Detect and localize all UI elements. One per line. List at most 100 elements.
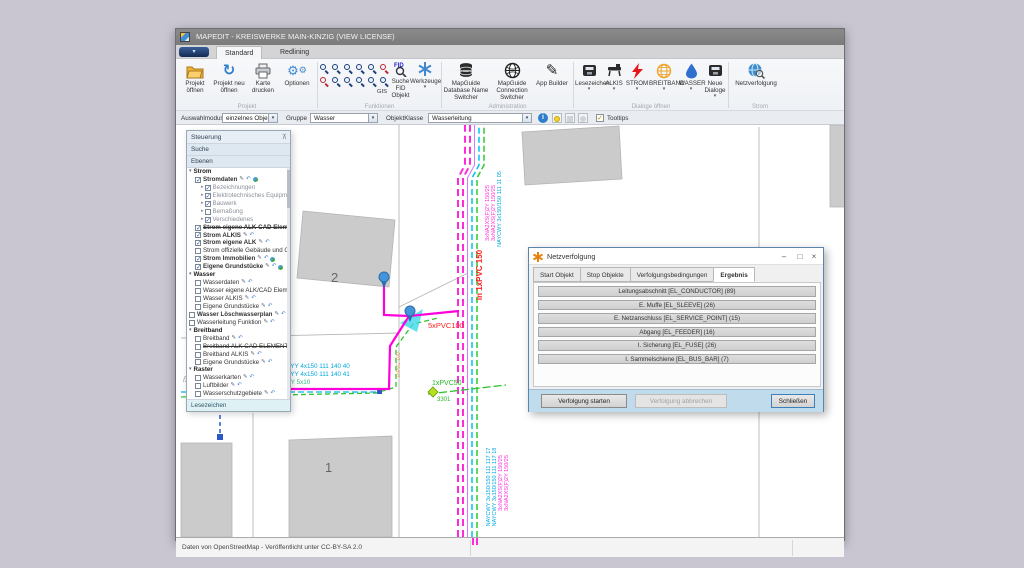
mapguide-connection-button[interactable]: MapGuide Connection Switcher: [489, 61, 535, 101]
layer-item[interactable]: ✓Strom Immobilien✎↶: [187, 255, 290, 263]
layer-checkbox[interactable]: [195, 359, 201, 365]
pencil-icon[interactable]: ✎: [245, 295, 250, 303]
layer-item[interactable]: Wasserdaten✎↶: [187, 279, 290, 287]
tab-verfolgungsbedingungen[interactable]: Verfolgungsbedingungen: [630, 267, 714, 282]
undo-icon[interactable]: ↶: [268, 303, 273, 311]
tree-scrollbar-thumb[interactable]: [287, 170, 290, 208]
layer-checkbox[interactable]: ✓: [205, 217, 211, 223]
lightbulb-icon[interactable]: [552, 113, 562, 123]
undo-icon[interactable]: ↶: [250, 374, 255, 382]
projekt-neu-oeffnen-button[interactable]: ↻ Projekt neu öffnen: [212, 61, 246, 94]
zoom-tool-icon[interactable]: [356, 77, 365, 86]
undo-icon[interactable]: ↶: [272, 263, 277, 271]
strom-button[interactable]: STROM ▾: [625, 61, 649, 91]
layer-checkbox[interactable]: ✓: [205, 201, 211, 207]
child-arrow-icon[interactable]: ▸: [201, 216, 204, 224]
layer-item[interactable]: ✓Stromdaten✎↶: [187, 176, 290, 184]
pin-icon[interactable]: ⊼: [282, 131, 287, 144]
pencil-icon[interactable]: ✎: [239, 176, 244, 184]
pencil-icon[interactable]: ✎: [257, 255, 262, 263]
pencil-icon[interactable]: ✎: [263, 319, 268, 327]
pencil-icon[interactable]: ✎: [230, 382, 235, 390]
undo-icon[interactable]: ↶: [281, 311, 286, 319]
globe-icon[interactable]: [270, 257, 275, 262]
undo-icon[interactable]: ↶: [248, 279, 253, 287]
schliessen-button[interactable]: Schließen: [771, 394, 815, 408]
dropdown-icon[interactable]: ▾: [522, 114, 531, 122]
undo-icon[interactable]: ↶: [238, 335, 243, 343]
result-class-bar[interactable]: Abgang [EL_FEEDER] (16): [538, 327, 816, 338]
layer-checkbox[interactable]: ✓: [195, 264, 201, 270]
zoom-tool-icon[interactable]: [320, 77, 329, 86]
pencil-icon[interactable]: ✎: [258, 239, 263, 247]
layer-group-header[interactable]: ▾Breitband: [187, 327, 290, 335]
gis-label[interactable]: GIS: [377, 89, 387, 95]
layer-checkbox[interactable]: [189, 320, 195, 326]
optionen-button[interactable]: ⚙⚙ Optionen: [280, 61, 314, 87]
mapguide-database-button[interactable]: MapGuide Database Name Switcher: [443, 61, 489, 101]
layer-item[interactable]: ▸Bemaßung: [187, 208, 290, 216]
tool-icon-disabled-2[interactable]: [578, 113, 588, 123]
zoom-tool-icon[interactable]: [320, 64, 329, 73]
layer-item[interactable]: Wasser eigene ALK/CAD Elemente: [187, 287, 290, 295]
karte-drucken-button[interactable]: Karte drucken: [246, 61, 280, 94]
pencil-icon[interactable]: ✎: [261, 359, 266, 367]
result-class-bar[interactable]: Leitungsabschnitt [EL_CONDUCTOR] (89): [538, 286, 816, 297]
tab-redlining[interactable]: Redlining: [272, 46, 317, 59]
layer-item[interactable]: ▸✓Verschiedenes: [187, 216, 290, 224]
pencil-icon[interactable]: ✎: [261, 303, 266, 311]
layer-item[interactable]: Eigene Grundstücke✎↶: [187, 359, 290, 367]
layer-item[interactable]: Luftbilder✎↶: [187, 382, 290, 390]
undo-icon[interactable]: ↶: [265, 239, 270, 247]
tree-scrollbar[interactable]: [287, 168, 290, 399]
layer-item[interactable]: ✓Strom eigene ALK CAD Elemente: [187, 224, 290, 232]
undo-icon[interactable]: ↶: [271, 390, 276, 398]
layer-checkbox[interactable]: [195, 248, 201, 254]
layer-item[interactable]: Wasser Löschwasserplan✎↶: [187, 311, 290, 319]
maximize-icon[interactable]: □: [793, 248, 807, 265]
pencil-icon[interactable]: ✎: [250, 351, 255, 359]
layer-checkbox[interactable]: ✓: [195, 225, 201, 231]
file-menu-button[interactable]: ▾: [179, 47, 209, 57]
layer-item[interactable]: Eigene Grundstücke✎↶: [187, 303, 290, 311]
netzverfolgung-button[interactable]: Netzverfolgung: [730, 61, 782, 87]
result-class-bar[interactable]: E. Muffe [EL_SLEEVE] (26): [538, 300, 816, 311]
layer-group-header[interactable]: ▾Wasser: [187, 271, 290, 279]
tab-stop-objekte[interactable]: Stop Objekte: [580, 267, 630, 282]
child-arrow-icon[interactable]: ▸: [201, 200, 204, 208]
pencil-icon[interactable]: ✎: [274, 311, 279, 319]
layer-item[interactable]: Wasserschutzgebiete✎↶: [187, 390, 290, 398]
layer-item[interactable]: ▸✓Bezeichnungen: [187, 184, 290, 192]
auswahlmodus-select[interactable]: einzelnes Objekt ▾: [222, 113, 278, 123]
gruppe-select[interactable]: Wasser ▾: [310, 113, 378, 123]
zoom-tool-icon[interactable]: [380, 64, 389, 73]
layer-checkbox[interactable]: ✓: [195, 240, 201, 246]
expander-icon[interactable]: ▾: [189, 327, 192, 335]
pencil-icon[interactable]: ✎: [241, 279, 246, 287]
layer-checkbox[interactable]: ✓: [205, 193, 211, 199]
tab-standard[interactable]: Standard: [216, 46, 262, 59]
pencil-icon[interactable]: ✎: [265, 263, 270, 271]
dropdown-icon[interactable]: ▾: [268, 114, 277, 122]
zoom-tool-icon[interactable]: [344, 77, 353, 86]
zoom-tool-icon[interactable]: [332, 77, 341, 86]
tooltips-checkbox[interactable]: ✓: [596, 114, 604, 122]
layer-item[interactable]: Strom offizielle Gebäude und Gren: [187, 247, 290, 255]
expander-icon[interactable]: ▾: [189, 168, 192, 176]
layer-checkbox[interactable]: [195, 288, 201, 294]
layer-checkbox[interactable]: [195, 336, 201, 342]
undo-icon[interactable]: ↶: [257, 351, 262, 359]
layer-checkbox[interactable]: [195, 304, 201, 310]
tool-icon-disabled[interactable]: [565, 113, 575, 123]
undo-icon[interactable]: ↶: [250, 232, 255, 240]
panel-suche-section[interactable]: Suche: [187, 144, 290, 156]
tab-ergebnis[interactable]: Ergebnis: [713, 267, 754, 282]
verfolgung-starten-button[interactable]: Verfolgung starten: [541, 394, 627, 408]
undo-icon[interactable]: ↶: [270, 319, 275, 327]
undo-icon[interactable]: ↶: [237, 382, 242, 390]
result-class-bar[interactable]: I. Sicherung [EL_FUSE] (26): [538, 340, 816, 351]
layer-group-header[interactable]: ▾Raster: [187, 366, 290, 374]
undo-icon[interactable]: ↶: [264, 255, 269, 263]
layer-item[interactable]: ▸✓Elektrotechnisches Equipment: [187, 192, 290, 200]
info-icon[interactable]: i: [538, 113, 548, 123]
